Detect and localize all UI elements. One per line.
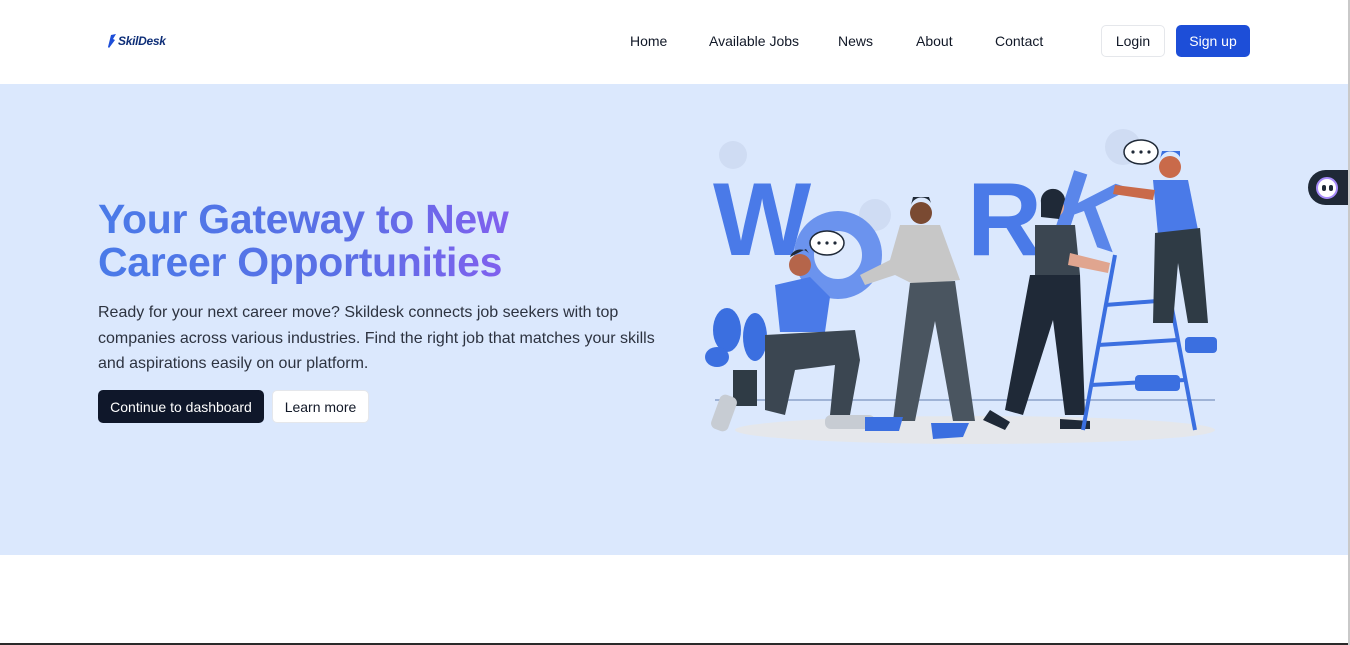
nav-news[interactable]: News — [838, 31, 873, 51]
nav-about[interactable]: About — [916, 31, 953, 51]
plant-leaf — [743, 313, 767, 361]
nav-contact[interactable]: Contact — [995, 31, 1043, 51]
site-header: SkilDesk Home Available Jobs News About … — [0, 0, 1350, 84]
plant-leaf — [713, 308, 741, 352]
chat-assistant-button[interactable] — [1308, 170, 1350, 205]
person-on-ladder — [1113, 151, 1217, 391]
ladder — [1081, 244, 1197, 431]
continue-to-dashboard-button[interactable]: Continue to dashboard — [98, 390, 264, 423]
hero-title-line-1: Your Gateway to New — [98, 196, 509, 242]
chat-assistant-icon — [1316, 176, 1338, 199]
floor-shadow — [735, 416, 1215, 444]
signup-button[interactable]: Sign up — [1176, 25, 1250, 57]
login-button[interactable]: Login — [1101, 25, 1165, 57]
plant-leaf — [705, 347, 729, 367]
hero-title-line-2: Career Opportunities — [98, 239, 503, 285]
speech-bubble-icon — [1123, 139, 1159, 165]
hero-title: Your Gateway to New Career Opportunities — [98, 198, 658, 284]
chat-eye — [1328, 184, 1333, 191]
work-team-illustration: W R K — [705, 129, 1217, 444]
person-standing-hoodie — [860, 197, 975, 439]
hero-description: Ready for your next career move? Skildes… — [98, 304, 655, 372]
learn-more-button[interactable]: Learn more — [272, 390, 369, 423]
speech-bubble-icon — [809, 230, 845, 256]
plant-pot — [733, 370, 757, 406]
letter-r: R — [967, 162, 1042, 278]
chat-eye — [1321, 184, 1326, 191]
nav-home[interactable]: Home — [630, 31, 667, 51]
letter-o — [794, 211, 882, 299]
nav-available-jobs[interactable]: Available Jobs — [709, 31, 799, 51]
